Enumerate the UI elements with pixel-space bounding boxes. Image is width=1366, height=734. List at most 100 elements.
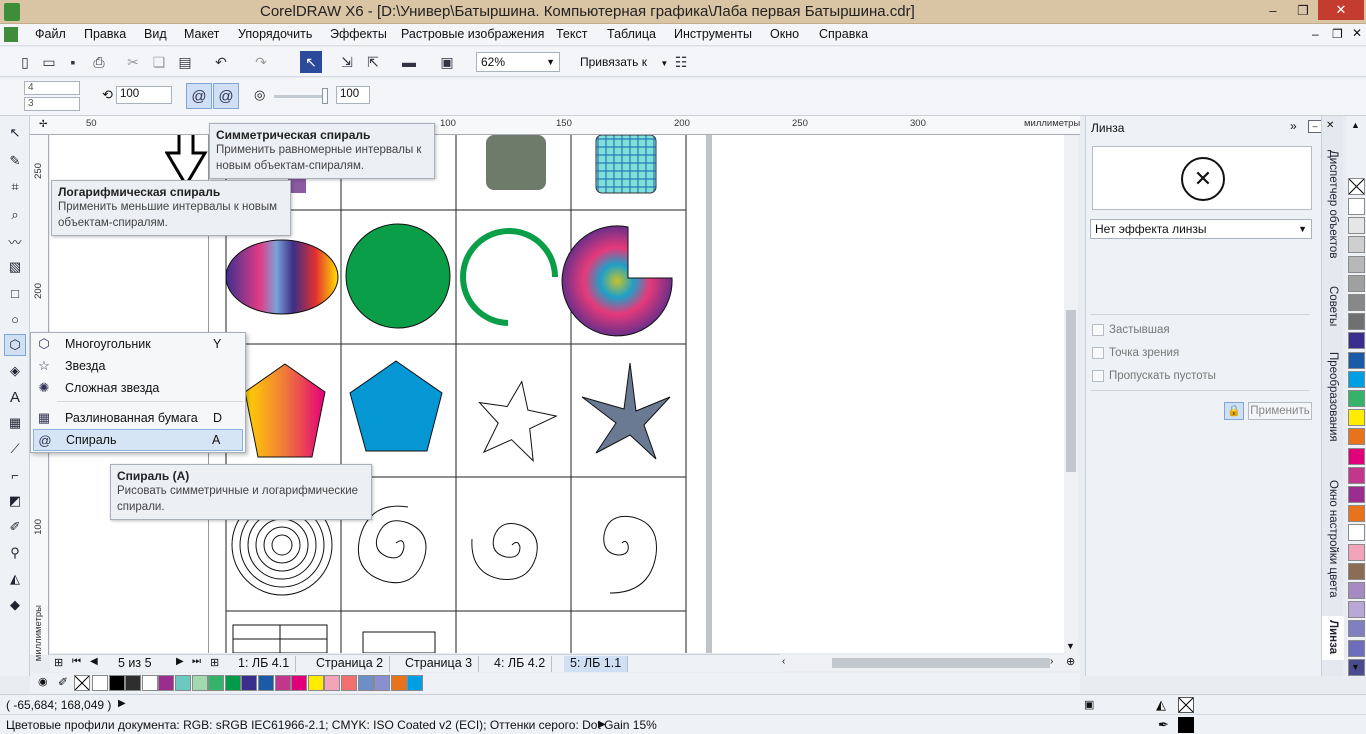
connector-tool-icon[interactable]: ⌐ xyxy=(4,464,26,486)
color-swatch[interactable] xyxy=(1348,370,1365,388)
color-swatch[interactable] xyxy=(307,675,324,691)
color-swatch[interactable] xyxy=(125,675,142,691)
expansion-slider-thumb[interactable] xyxy=(322,88,328,104)
ellipse-tool-icon[interactable]: ○ xyxy=(4,308,26,330)
rows-spin[interactable]: 3 xyxy=(24,97,80,111)
color-swatch[interactable] xyxy=(1348,217,1365,235)
color-swatch[interactable] xyxy=(1348,601,1365,619)
outline-swatch[interactable] xyxy=(1178,717,1194,733)
import-icon[interactable]: ⇲ xyxy=(336,51,358,73)
color-swatch[interactable] xyxy=(1348,332,1365,350)
color-swatch[interactable] xyxy=(291,675,308,691)
color-swatch[interactable] xyxy=(1348,466,1365,484)
palette-down-icon[interactable]: ▼ xyxy=(1351,662,1360,672)
color-swatch[interactable] xyxy=(324,675,341,691)
horizontal-scroll-thumb[interactable] xyxy=(832,658,1050,668)
menu-bitmaps[interactable]: Растровые изображения xyxy=(401,27,544,41)
color-swatch[interactable] xyxy=(1348,562,1365,580)
menu-layout[interactable]: Макет xyxy=(184,27,219,41)
color-swatch[interactable] xyxy=(1348,255,1365,273)
color-swatch[interactable] xyxy=(258,675,274,691)
scroll-left-icon[interactable]: ‹ xyxy=(782,656,785,667)
logarithmic-spiral-button[interactable]: @ xyxy=(213,83,239,109)
page-tab-5[interactable]: 5: ЛБ 1.1 xyxy=(564,656,629,672)
doc-close-icon[interactable]: ✕ xyxy=(1352,26,1362,40)
color-swatch[interactable] xyxy=(1348,236,1365,254)
crop-tool-icon[interactable]: ⌗ xyxy=(4,176,26,198)
color-swatch[interactable] xyxy=(1348,447,1365,465)
shape-tool-icon[interactable]: ✎ xyxy=(4,150,26,172)
viewpoint-checkbox[interactable]: Точка зрения xyxy=(1092,347,1179,359)
palette-scroll-icon[interactable]: ◉ xyxy=(38,675,48,688)
color-swatch[interactable] xyxy=(390,675,407,691)
palette-up-icon[interactable]: ▲ xyxy=(1351,120,1360,130)
page-tab-3[interactable]: Страница 3 xyxy=(399,656,480,672)
redo-icon[interactable]: ↷ xyxy=(250,51,272,73)
gradient-ellipse[interactable] xyxy=(225,239,339,315)
print-icon[interactable]: ⎙ xyxy=(88,51,110,73)
complex-star[interactable] xyxy=(581,362,671,460)
no-color-swatch[interactable] xyxy=(74,675,90,691)
tab-color-settings[interactable]: Окно настройки цвета xyxy=(1322,476,1344,598)
apply-button[interactable]: Применить xyxy=(1248,402,1312,420)
pattern-fill-shape[interactable] xyxy=(595,135,657,194)
menu-effects[interactable]: Эффекты xyxy=(330,27,387,41)
tab-hints[interactable]: Советы xyxy=(1322,282,1344,342)
symmetric-spiral-button[interactable]: @ xyxy=(186,83,212,109)
flyout-item-graph-paper[interactable]: ▦ Разлинованная бумага D xyxy=(33,407,243,429)
welcome-screen-icon[interactable]: ▣ xyxy=(436,51,458,73)
table-tool-icon[interactable]: ▦ xyxy=(4,412,26,434)
page-tab-2[interactable]: Страница 2 xyxy=(310,656,391,672)
fill-tool-icon[interactable]: ◭ xyxy=(4,568,26,590)
basic-shapes-icon[interactable]: ◈ xyxy=(4,360,26,382)
tab-lens[interactable]: Линза xyxy=(1322,616,1344,660)
color-swatch[interactable] xyxy=(241,675,258,691)
vertical-scroll-thumb[interactable] xyxy=(1066,310,1076,472)
graph-paper-shape[interactable] xyxy=(362,631,436,653)
remove-face-checkbox[interactable]: Пропускать пустоты xyxy=(1092,370,1216,382)
green-circle[interactable] xyxy=(345,223,451,329)
color-swatch[interactable] xyxy=(1348,409,1365,427)
add-page-after-icon[interactable]: ⊞ xyxy=(210,656,219,669)
color-swatch[interactable] xyxy=(191,675,208,691)
prev-page-icon[interactable]: ◀ xyxy=(90,656,98,667)
color-swatch[interactable] xyxy=(1348,198,1365,215)
color-swatch[interactable] xyxy=(1348,294,1365,311)
color-swatch[interactable] xyxy=(175,675,191,691)
page-tab-4[interactable]: 4: ЛБ 4.2 xyxy=(488,656,553,672)
frozen-checkbox[interactable]: Застывшая xyxy=(1092,324,1170,336)
menu-text[interactable]: Текст xyxy=(556,27,587,41)
blue-pentagon[interactable] xyxy=(349,360,443,452)
flyout-item-complex-star[interactable]: ✺ Сложная звезда xyxy=(33,377,243,399)
color-swatch[interactable] xyxy=(1348,486,1365,503)
save-icon[interactable]: ▪ xyxy=(62,51,84,73)
tab-transformations[interactable]: Преобразования xyxy=(1322,348,1344,458)
first-page-icon[interactable]: ⏮ xyxy=(72,656,81,667)
page-tab-1[interactable]: 1: ЛБ 4.1 xyxy=(232,656,297,672)
color-swatch[interactable] xyxy=(108,675,125,691)
text-tool-icon[interactable]: A xyxy=(4,386,26,408)
menu-view[interactable]: Вид xyxy=(144,27,167,41)
pick-tool-icon[interactable]: ↖ xyxy=(4,122,26,144)
copy-icon[interactable]: ❏ xyxy=(148,51,170,73)
horizontal-scrollbar[interactable]: ‹ › ⊕ xyxy=(780,655,1080,671)
export-icon[interactable]: ⇱ xyxy=(362,51,384,73)
close-button[interactable]: ✕ xyxy=(1318,0,1364,20)
green-arc[interactable] xyxy=(460,228,558,326)
menu-help[interactable]: Справка xyxy=(819,27,868,41)
color-swatch[interactable] xyxy=(158,675,175,691)
tab-object-manager[interactable]: Диспетчер объектов xyxy=(1322,146,1344,276)
polygon-tool-icon[interactable]: ⬡ xyxy=(4,334,26,356)
color-swatch[interactable] xyxy=(374,675,391,691)
snap-to-button[interactable]: Привязать к ▼ xyxy=(580,55,668,69)
color-swatch[interactable] xyxy=(1348,274,1365,292)
color-swatch[interactable] xyxy=(224,675,241,691)
color-swatch[interactable] xyxy=(1348,620,1365,638)
doc-restore-icon[interactable]: ❐ xyxy=(1332,27,1343,41)
cut-icon[interactable]: ✂ xyxy=(122,51,144,73)
zoom-tool-icon[interactable]: ⌕ xyxy=(4,204,26,226)
color-swatch[interactable] xyxy=(1348,390,1365,407)
open-icon[interactable]: ▭ xyxy=(38,51,60,73)
paste-icon[interactable]: ▤ xyxy=(174,51,196,73)
menu-file[interactable]: Файл xyxy=(35,27,66,41)
